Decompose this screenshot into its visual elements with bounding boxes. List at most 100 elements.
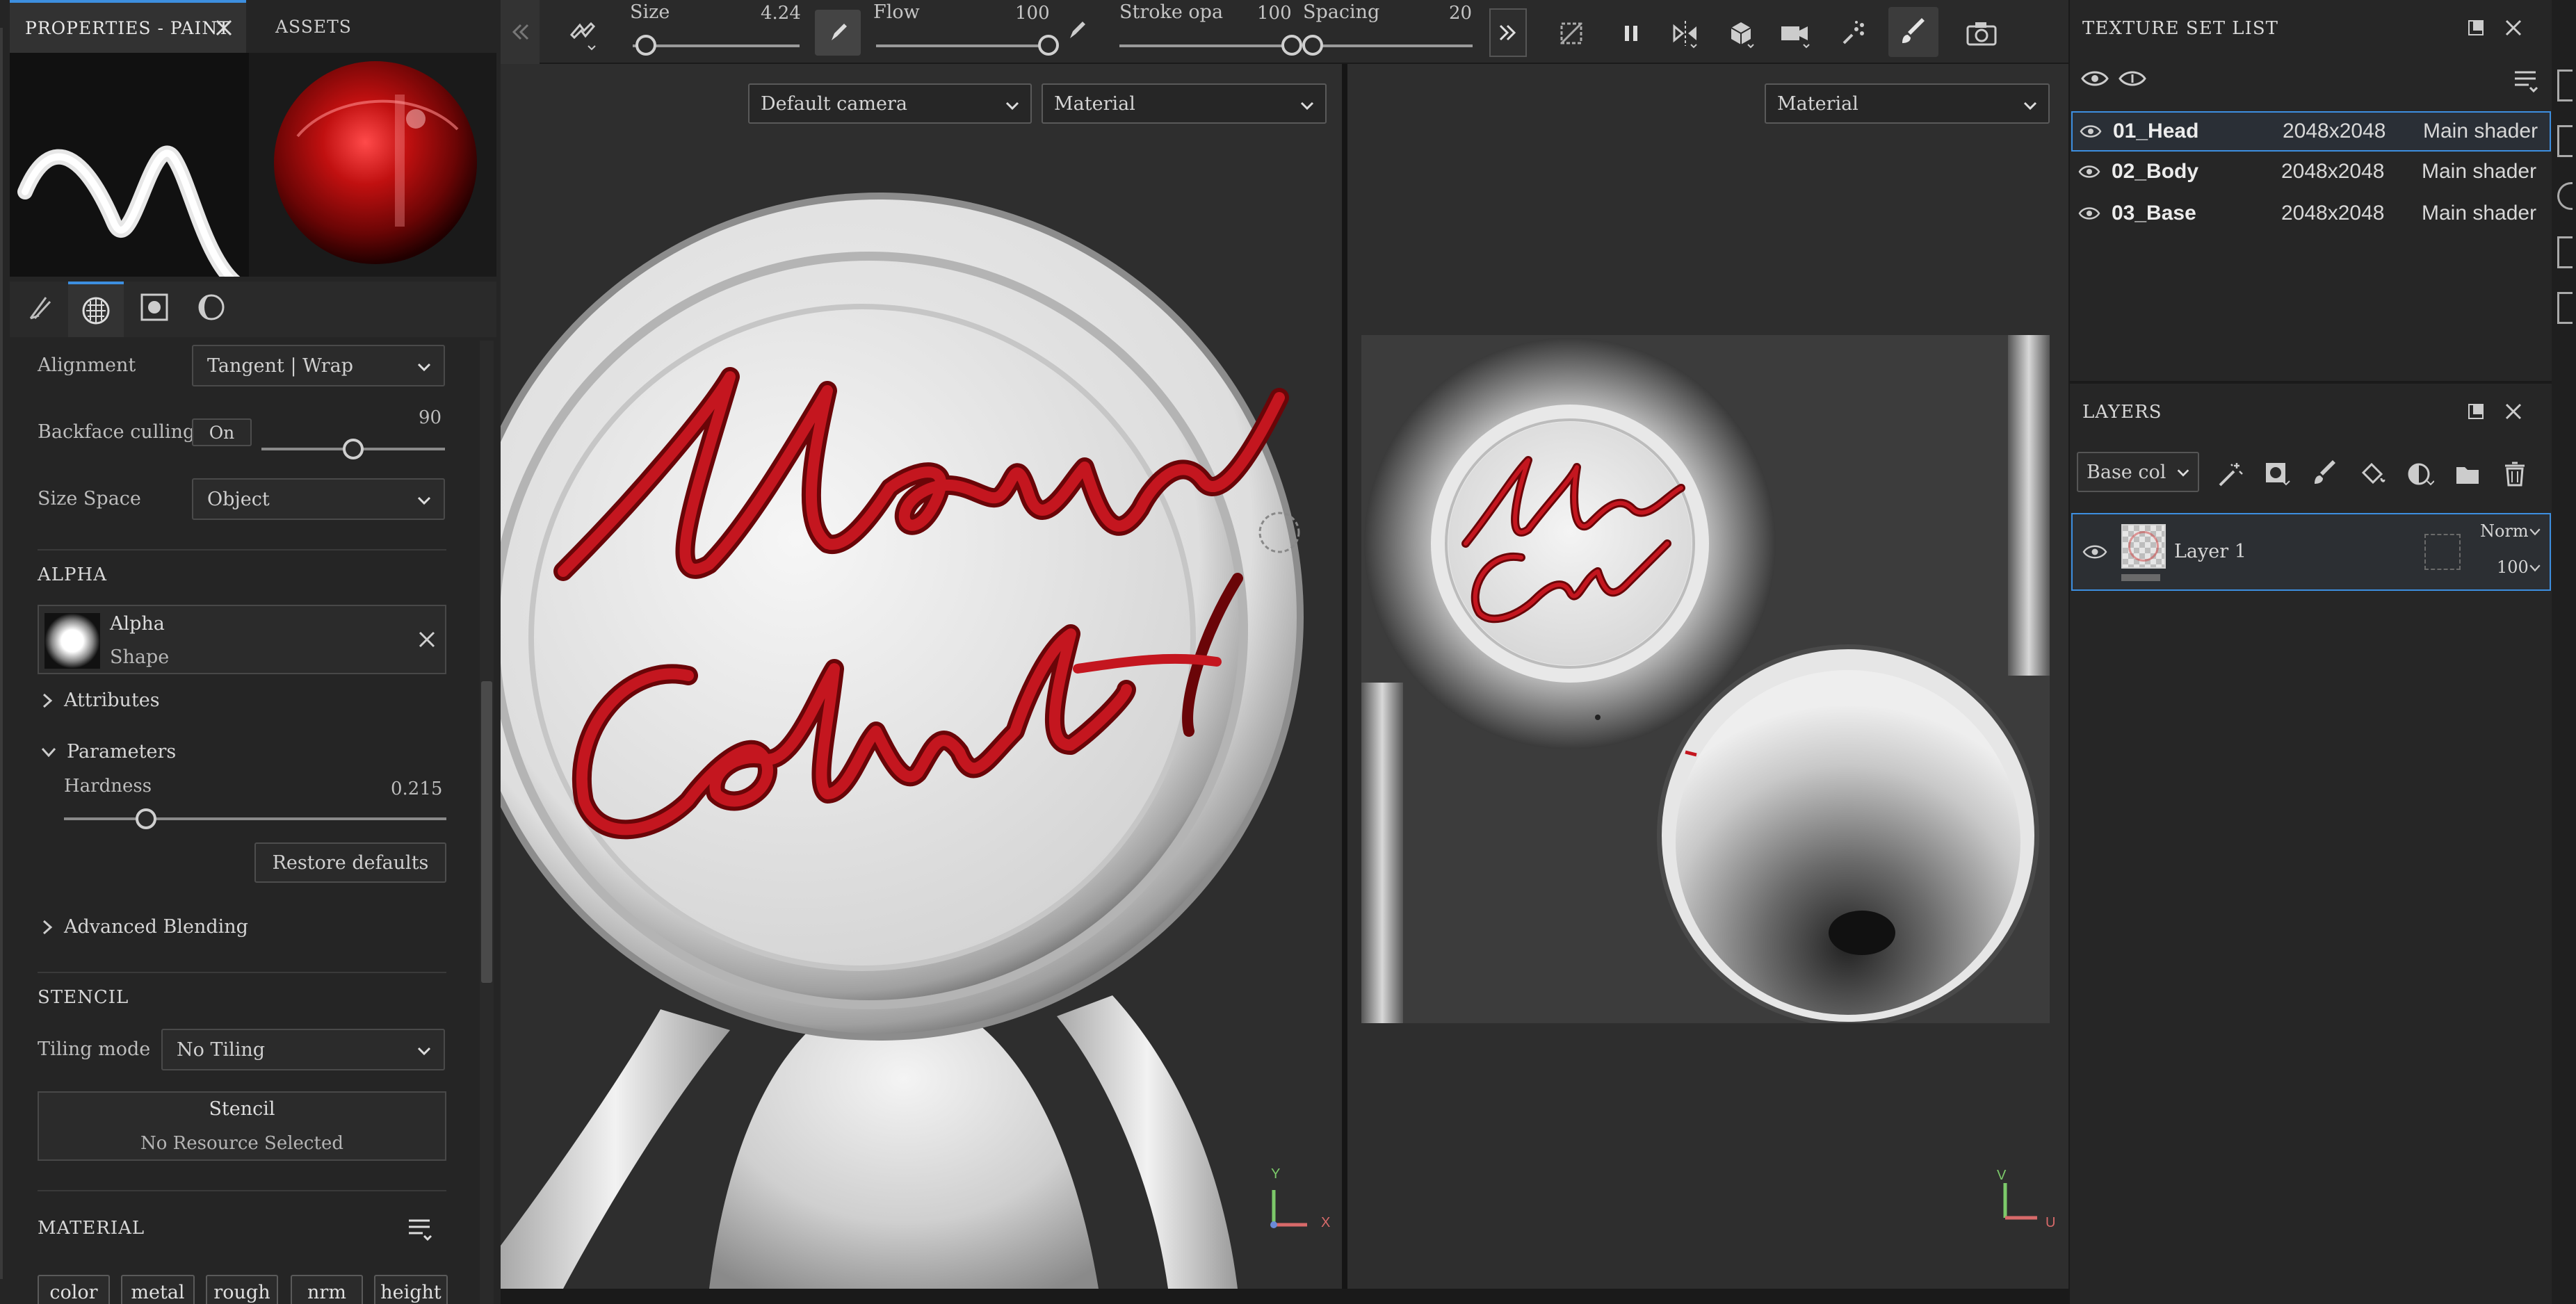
list-menu-icon[interactable]: [2512, 68, 2540, 93]
layer-row[interactable]: Layer 1 Norm 100: [2071, 513, 2551, 591]
channel-dropdown[interactable]: Base col: [2077, 452, 2199, 492]
material-tab-icon[interactable]: [196, 292, 227, 323]
add-paint-layer-button[interactable]: [2305, 453, 2347, 495]
texture-set-row[interactable]: 01_Head 2048x2048 Main shader: [2071, 111, 2551, 152]
viewport-3d[interactable]: Y X Default camera Material: [501, 64, 1342, 1289]
add-fill-layer-button[interactable]: [2352, 453, 2394, 495]
channel-chip-nrm[interactable]: nrm: [291, 1275, 363, 1304]
particles-button[interactable]: [1836, 15, 1872, 51]
panel-splitter[interactable]: [2070, 381, 2553, 384]
add-folder-button[interactable]: [2447, 453, 2488, 495]
undock-icon[interactable]: [2466, 402, 2486, 421]
tab-label: ASSETS: [275, 16, 352, 37]
display-mode-button[interactable]: [1723, 15, 1759, 51]
dock-tab-icon[interactable]: [2557, 292, 2573, 324]
add-mask-button[interactable]: [2256, 453, 2298, 495]
chevron-down-icon[interactable]: [2529, 527, 2541, 537]
scrollbar-track[interactable]: [480, 341, 494, 1304]
stencil-sub: No Resource Selected: [140, 1133, 343, 1154]
viewport-2d-mode-dropdown[interactable]: Material: [1765, 83, 2050, 124]
backface-toggle[interactable]: On: [192, 418, 252, 446]
layer-mask-slot[interactable]: [2424, 534, 2461, 570]
chip-label: height: [380, 1281, 442, 1303]
paint-tool-button[interactable]: [1888, 7, 1938, 57]
screenshot-button[interactable]: [1963, 15, 2000, 51]
flow-pressure-toggle[interactable]: [1058, 13, 1094, 49]
symmetry-button[interactable]: [1667, 15, 1703, 51]
stencil-tab-icon[interactable]: [139, 292, 170, 323]
viewport-splitter[interactable]: [1342, 64, 1347, 1289]
parameters-toggle[interactable]: Parameters: [40, 741, 176, 763]
camera-dropdown[interactable]: Default camera: [748, 83, 1032, 124]
close-icon[interactable]: [2504, 18, 2523, 38]
flow-slider-knob[interactable]: [1038, 35, 1059, 56]
collapse-left-button[interactable]: [501, 0, 540, 64]
axis-v-label: V: [1997, 1168, 2007, 1183]
dock-tab-icon[interactable]: [2557, 236, 2573, 268]
backface-slider-knob[interactable]: [343, 439, 364, 459]
spacing-slider-track[interactable]: [1306, 44, 1473, 47]
stroke-opacity-slider-track[interactable]: [1119, 44, 1292, 47]
stencil-resource[interactable]: Stencil No Resource Selected: [38, 1091, 446, 1161]
hardness-slider-knob[interactable]: [136, 808, 157, 829]
channel-chip-rough[interactable]: rough: [206, 1275, 278, 1304]
size-space-dropdown[interactable]: Object: [192, 478, 445, 520]
list-menu-icon[interactable]: [406, 1215, 434, 1243]
camera-mode-button[interactable]: [1777, 15, 1813, 51]
blend-mode-value[interactable]: Norm: [2480, 521, 2529, 541]
eye-icon[interactable]: [2080, 124, 2102, 139]
size-slider-knob[interactable]: [635, 35, 657, 56]
alignment-label: Alignment: [38, 354, 136, 376]
spacing-slider-knob[interactable]: [1302, 35, 1323, 56]
dock-tab-icon[interactable]: [2557, 125, 2573, 157]
channel-chip-height[interactable]: height: [374, 1275, 448, 1304]
viewport-3d-mode-dropdown[interactable]: Material: [1042, 83, 1327, 124]
chevron-down-icon[interactable]: [2529, 563, 2541, 573]
attributes-toggle[interactable]: Attributes: [40, 690, 160, 711]
dock-tab-icon[interactable]: [2557, 182, 2573, 210]
pause-button[interactable]: [1613, 15, 1649, 51]
brush-tab-icon[interactable]: [25, 291, 58, 324]
channel-chip-color[interactable]: color: [38, 1275, 110, 1304]
alpha-header: ALPHA: [38, 564, 107, 585]
flow-slider-track[interactable]: [876, 44, 1048, 47]
advanced-blending-toggle[interactable]: Advanced Blending: [40, 916, 248, 938]
channel-chip-metal[interactable]: metal: [121, 1275, 195, 1304]
layer-opacity-value[interactable]: 100: [2497, 557, 2529, 577]
chevron-down-icon: [2022, 97, 2039, 114]
close-icon[interactable]: [214, 18, 234, 38]
tab-assets[interactable]: ASSETS: [259, 0, 356, 53]
restore-defaults-button[interactable]: Restore defaults: [254, 842, 446, 883]
texture-set-list-title: TEXTURE SET LIST: [2082, 18, 2278, 39]
texture-set-row[interactable]: 02_Body 2048x2048 Main shader: [2071, 152, 2551, 192]
tab-properties-paint[interactable]: PROPERTIES - PAINT: [10, 0, 246, 53]
undock-icon[interactable]: [2466, 18, 2486, 38]
viewport-2d[interactable]: Material V U: [1347, 64, 2068, 1289]
add-smart-material-button[interactable]: [2399, 453, 2441, 495]
delete-layer-button[interactable]: [2494, 453, 2536, 495]
visibility-settings-icon[interactable]: [2081, 68, 2109, 89]
close-icon[interactable]: [417, 630, 437, 649]
alpha-resource[interactable]: Alpha Shape: [38, 605, 446, 674]
size-pressure-toggle[interactable]: [815, 10, 861, 56]
info-icon[interactable]: [2119, 68, 2146, 89]
hardness-slider-track[interactable]: [64, 817, 446, 820]
expand-toolbar-button[interactable]: [1489, 8, 1527, 57]
scrollbar-thumb[interactable]: [481, 681, 492, 983]
eye-icon[interactable]: [2082, 544, 2107, 560]
add-effect-button[interactable]: [2209, 453, 2251, 495]
eye-icon[interactable]: [2078, 164, 2100, 179]
eye-icon[interactable]: [2078, 206, 2100, 221]
tiling-mode-dropdown[interactable]: No Tiling: [161, 1029, 445, 1070]
brush-preset-button[interactable]: [565, 15, 601, 51]
texture-set-row[interactable]: 03_Base 2048x2048 Main shader: [2071, 193, 2551, 234]
alignment-dropdown[interactable]: Tangent | Wrap: [192, 345, 445, 386]
size-slider-track[interactable]: [633, 44, 800, 47]
close-icon[interactable]: [2504, 402, 2523, 421]
hide-selection-button[interactable]: [1553, 15, 1589, 51]
chevron-down-icon: [416, 492, 432, 509]
alpha-tab[interactable]: [68, 282, 124, 337]
camera-dropdown-value: Default camera: [761, 92, 907, 115]
stroke-opacity-slider-knob[interactable]: [1281, 35, 1302, 56]
dock-tab-icon[interactable]: [2557, 70, 2573, 101]
